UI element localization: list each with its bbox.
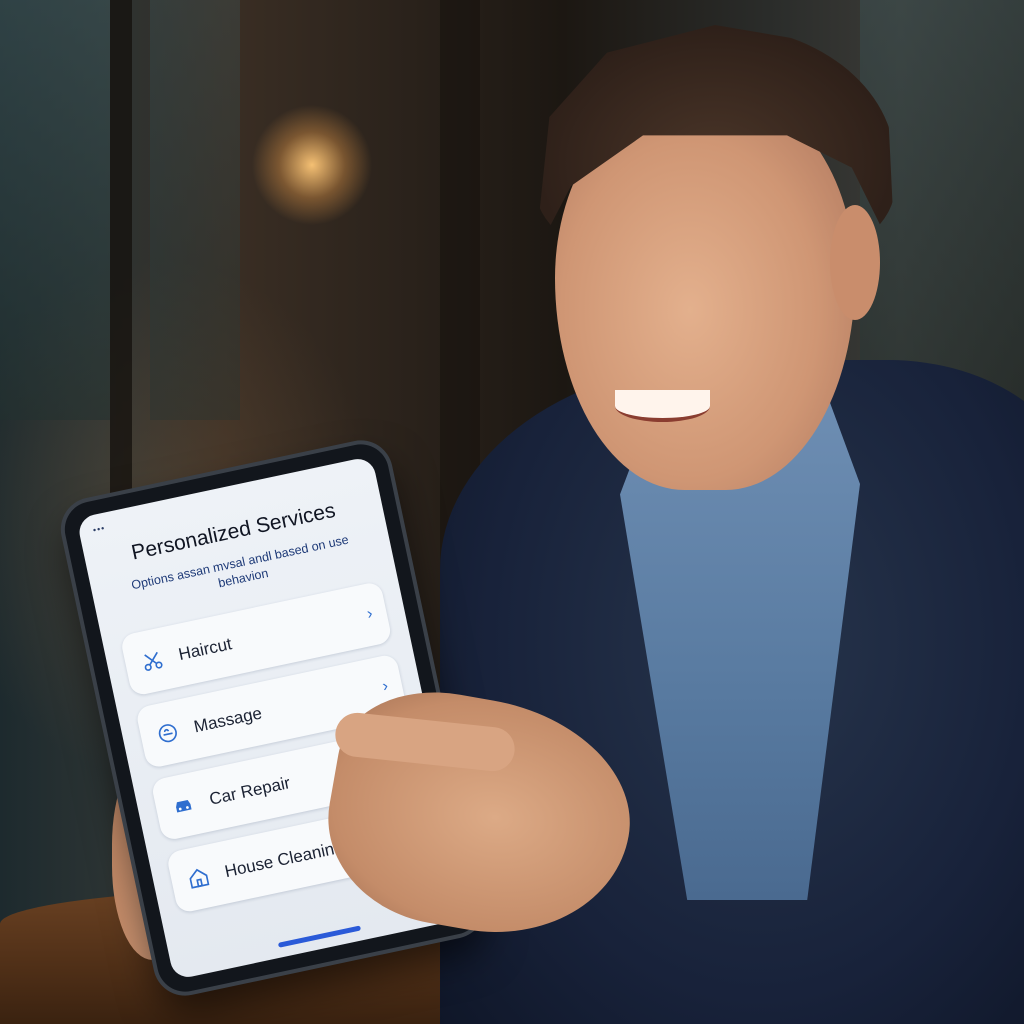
massage-icon xyxy=(152,718,183,749)
ear xyxy=(830,205,880,320)
scissors-icon xyxy=(137,645,168,676)
car-icon xyxy=(168,790,199,821)
home-indicator[interactable] xyxy=(277,925,362,948)
house-icon xyxy=(183,863,214,894)
status-indicator: ••• xyxy=(92,522,107,536)
service-label: Haircut xyxy=(176,634,234,664)
smile xyxy=(615,390,710,422)
